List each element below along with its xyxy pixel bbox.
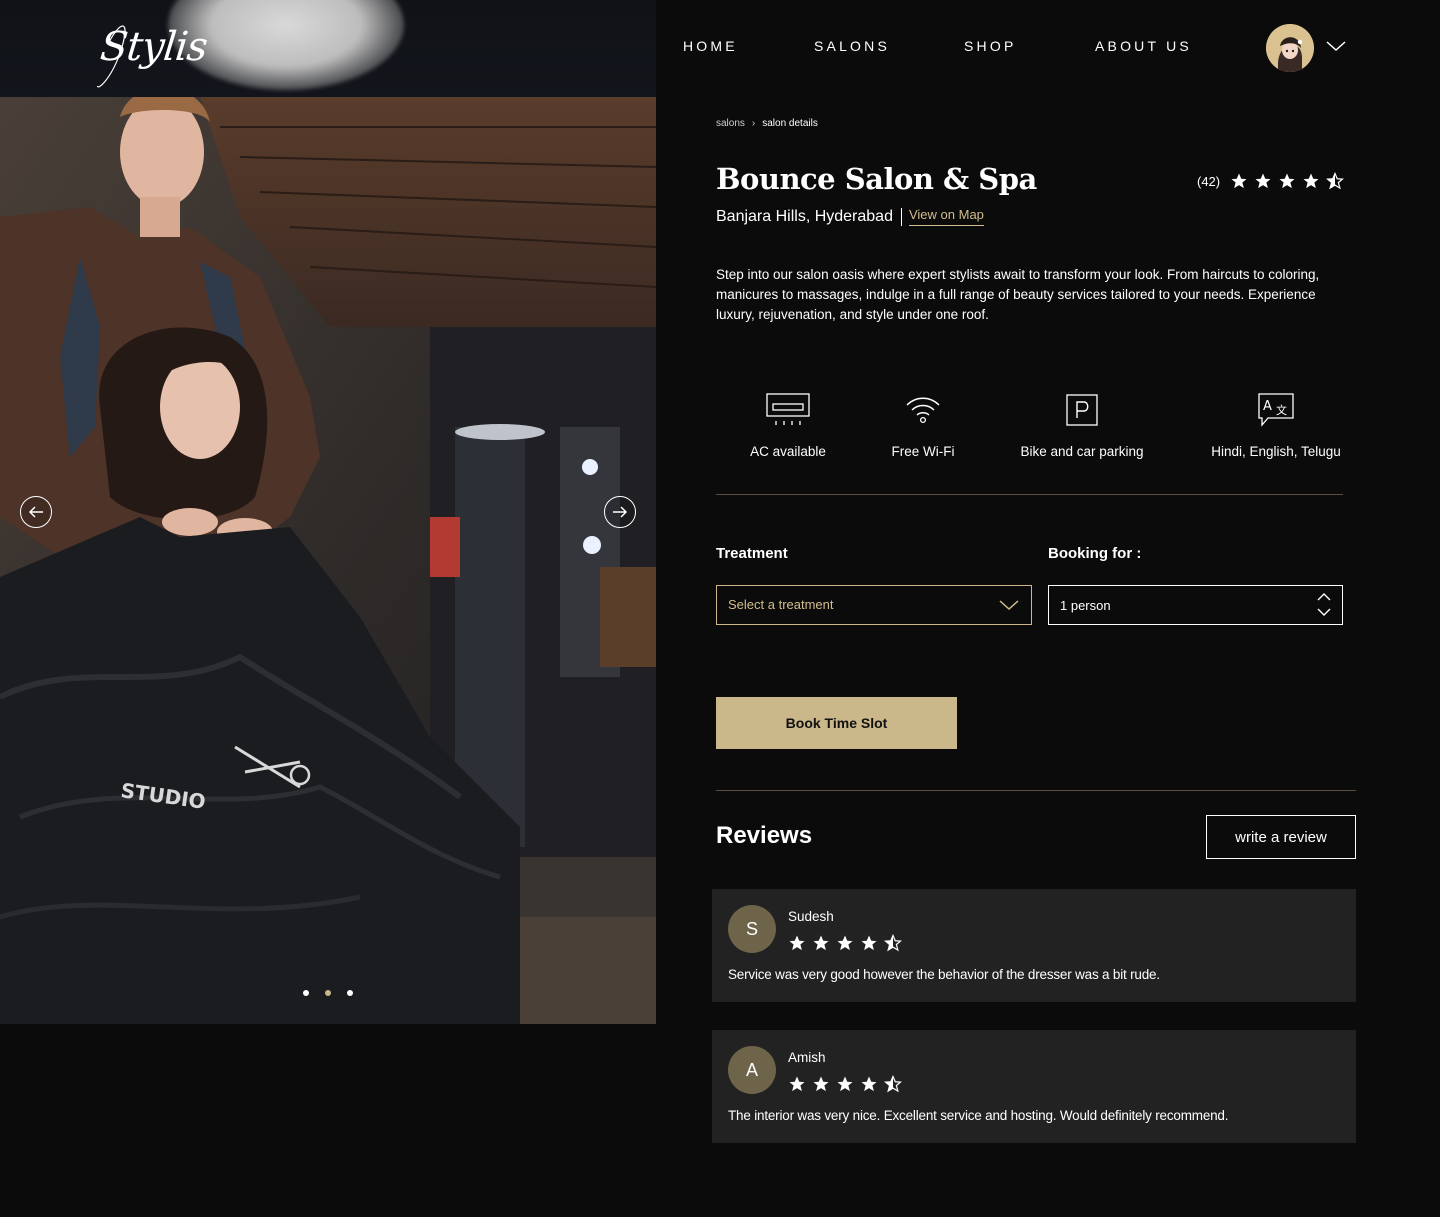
amenity-wifi: Free Wi-Fi: [873, 392, 973, 459]
review-text: Service was very good however the behavi…: [728, 967, 1160, 982]
treatment-label: Treatment: [716, 545, 788, 562]
carousel-prev-button[interactable]: [20, 496, 52, 528]
amenity-languages: A 文 Hindi, English, Telugu: [1206, 392, 1346, 459]
chevron-down-icon[interactable]: [1317, 608, 1331, 617]
salon-rating: (42): [1197, 172, 1345, 190]
divider: [716, 790, 1356, 791]
treatment-placeholder: Select a treatment: [728, 597, 834, 612]
amenity-label: AC available: [750, 444, 826, 459]
chevron-right-icon: ›: [751, 118, 756, 129]
salon-location: Banjara Hills, Hyderabad: [716, 207, 893, 225]
salon-photo: STUDIO: [0, 97, 656, 1024]
divider: [900, 207, 902, 226]
view-on-map-link[interactable]: View on Map: [908, 207, 984, 226]
carousel-dot[interactable]: [303, 990, 309, 996]
amenity-parking: Bike and car parking: [1012, 392, 1152, 459]
salon-description: Step into our salon oasis where expert s…: [716, 267, 1320, 322]
chevron-down-icon[interactable]: [1326, 40, 1346, 52]
star-icon: [837, 935, 853, 951]
amenity-ac: AC available: [738, 392, 838, 459]
svg-text:Stylist: Stylist: [98, 24, 212, 70]
salon-name: Bounce Salon & Spa: [716, 162, 1037, 196]
reviews-heading: Reviews: [716, 822, 813, 849]
carousel-dot[interactable]: [347, 990, 353, 996]
language-icon: A 文: [1258, 393, 1294, 427]
user-menu[interactable]: [1266, 24, 1346, 72]
breadcrumb-salons[interactable]: salons: [716, 118, 745, 129]
star-icon: [1279, 173, 1295, 189]
book-time-slot-button[interactable]: Book Time Slot: [716, 697, 957, 749]
booking-for-value: 1 person: [1060, 598, 1111, 613]
review-card: S Sudesh Service was very good however t…: [712, 889, 1356, 1002]
nav-home[interactable]: HOME: [683, 38, 738, 54]
nav-salons[interactable]: SALONS: [814, 38, 890, 54]
nav-shop[interactable]: SHOP: [964, 38, 1016, 54]
svg-text:文: 文: [1276, 403, 1287, 417]
wifi-icon: [906, 397, 940, 424]
carousel-dot-active[interactable]: [325, 990, 331, 996]
star-half-icon: [1326, 172, 1345, 190]
star-rating: [1230, 172, 1345, 190]
divider: [716, 494, 1343, 495]
carousel-next-button[interactable]: [604, 496, 636, 528]
reviewer-name: Amish: [788, 1050, 826, 1065]
amenity-label: Hindi, English, Telugu: [1211, 444, 1341, 459]
arrow-left-icon: [28, 506, 43, 518]
star-icon: [1255, 173, 1271, 189]
star-icon: [1303, 173, 1319, 189]
breadcrumb: salons › salon details: [716, 118, 818, 129]
amenity-label: Free Wi-Fi: [891, 444, 955, 459]
chevron-down-icon: [999, 600, 1019, 611]
review-star-rating: [788, 934, 902, 952]
star-icon: [1231, 173, 1247, 189]
main-nav: HOME SALONS SHOP ABOUT US: [683, 38, 1203, 58]
breadcrumb-current: salon details: [762, 118, 818, 129]
parking-icon: [1066, 394, 1098, 426]
star-icon: [789, 1076, 805, 1092]
site-header: Stylist HOME SALONS SHOP ABOUT US: [0, 0, 1440, 97]
review-card: A Amish The interior was very nice. Exce…: [712, 1030, 1356, 1143]
star-icon: [861, 935, 877, 951]
star-icon: [837, 1076, 853, 1092]
treatment-select[interactable]: Select a treatment: [716, 585, 1032, 625]
reviewer-avatar: S: [728, 905, 776, 953]
carousel-indicators: [300, 990, 360, 998]
salon-location-line: Banjara Hills, Hyderabad View on Map: [716, 207, 984, 226]
air-conditioner-icon: [766, 393, 810, 425]
reviewer-name: Sudesh: [788, 909, 834, 924]
nav-about-us[interactable]: ABOUT US: [1095, 38, 1192, 54]
user-avatar[interactable]: [1266, 24, 1314, 72]
star-icon: [861, 1076, 877, 1092]
review-count: (42): [1197, 173, 1221, 189]
arrow-right-icon: [613, 506, 628, 518]
review-text: The interior was very nice. Excellent se…: [728, 1108, 1229, 1123]
star-icon: [813, 935, 829, 951]
star-icon: [789, 935, 805, 951]
write-review-button[interactable]: write a review: [1206, 815, 1356, 859]
star-half-icon: [884, 934, 902, 952]
reviewer-avatar: A: [728, 1046, 776, 1094]
booking-for-label: Booking for :: [1048, 545, 1142, 562]
salon-image-carousel: STUDIO: [0, 97, 656, 1024]
booking-for-stepper[interactable]: 1 person: [1048, 585, 1343, 625]
star-icon: [813, 1076, 829, 1092]
svg-text:A: A: [1263, 399, 1272, 414]
chevron-up-icon[interactable]: [1317, 592, 1331, 601]
logo[interactable]: Stylist: [94, 14, 226, 90]
review-star-rating: [788, 1075, 902, 1093]
star-half-icon: [884, 1075, 902, 1093]
amenity-label: Bike and car parking: [1020, 444, 1144, 459]
